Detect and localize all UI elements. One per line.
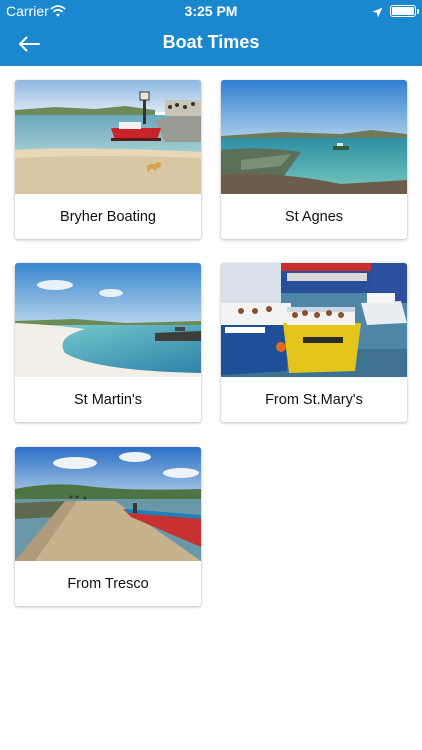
card-photo-quay: [15, 447, 201, 561]
card-label: From St.Mary's: [265, 391, 363, 408]
card-photo-beach: [15, 263, 201, 377]
page-title: Boat Times: [162, 32, 260, 52]
navigation-bar: Boat Times: [0, 22, 422, 66]
card-st-martins[interactable]: St Martin's: [15, 263, 201, 422]
top-bar: Carrier 3:25 PM Boat Times: [0, 0, 422, 66]
card-bryher-boating[interactable]: Bryher Boating: [15, 80, 201, 239]
card-label: Bryher Boating: [60, 208, 156, 225]
card-photo-harbour: [15, 80, 201, 194]
card-label: From Tresco: [67, 575, 149, 592]
location-arrow-icon: [372, 5, 383, 18]
clock: 3:25 PM: [184, 3, 238, 19]
battery-icon: [390, 5, 419, 17]
card-from-st-marys[interactable]: From St.Mary's: [221, 263, 407, 422]
status-bar: Carrier 3:25 PM: [0, 0, 422, 22]
card-label: St Agnes: [284, 208, 344, 225]
card-label: St Martin's: [73, 391, 143, 408]
card-from-tresco[interactable]: From Tresco: [15, 447, 201, 606]
card-st-agnes[interactable]: St Agnes: [221, 80, 407, 239]
card-photo-passenger-boats: [221, 263, 407, 377]
card-photo-bay: [221, 80, 407, 194]
